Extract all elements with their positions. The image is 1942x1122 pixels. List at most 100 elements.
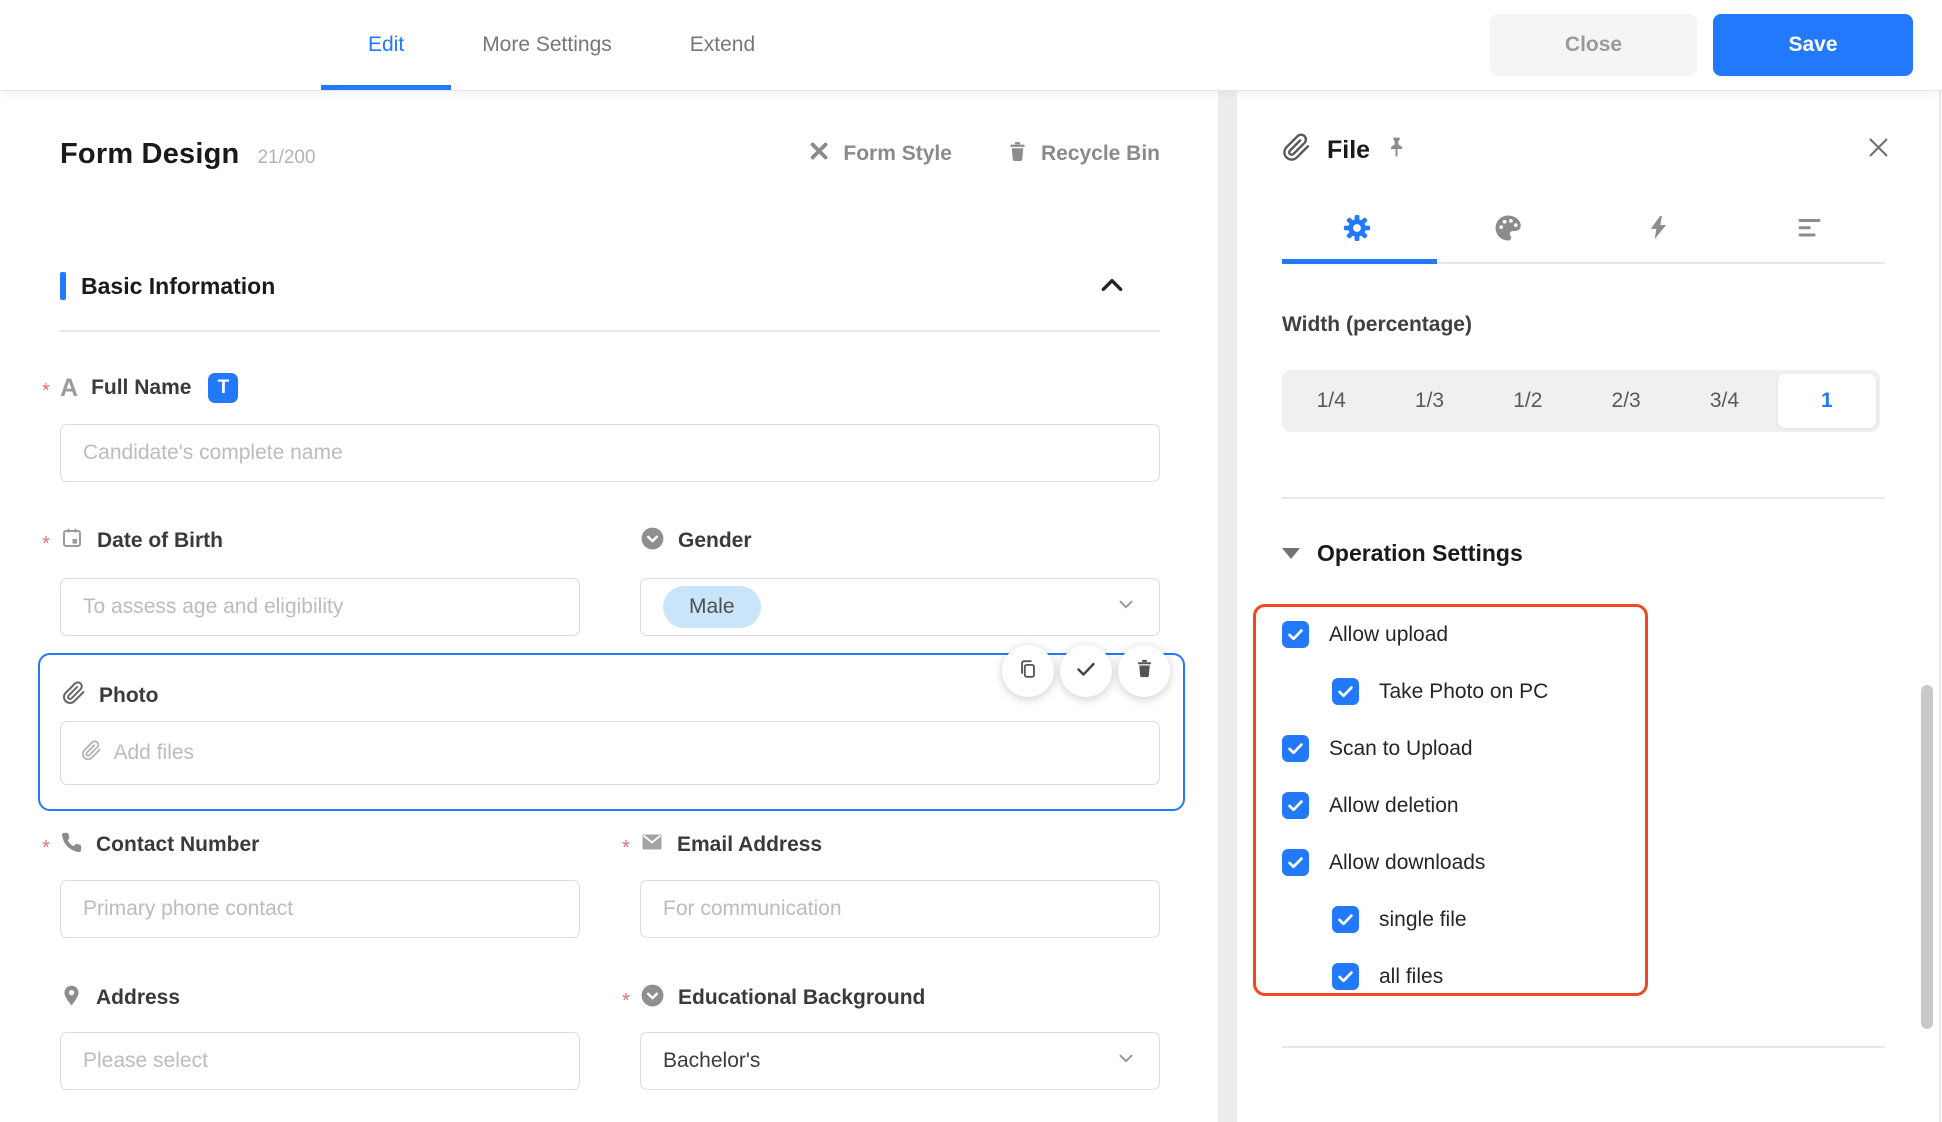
gender-select[interactable]: Male	[640, 578, 1160, 636]
confirm-field-button[interactable]	[1060, 645, 1112, 697]
width-option-2-3[interactable]: 2/3	[1577, 370, 1675, 432]
width-option-1[interactable]: 1	[1777, 374, 1876, 428]
full-name-label: Full Name	[91, 376, 192, 399]
paperclip-icon	[62, 681, 86, 711]
gender-label-row: Gender	[640, 524, 752, 558]
width-setting-label: Width (percentage)	[1282, 313, 1472, 336]
checkbox-take-photo-on-pc[interactable]: Take Photo on PC	[1282, 663, 1642, 720]
copy-icon	[1017, 658, 1039, 685]
page-title: Form Design	[60, 137, 240, 170]
width-segmented-control: 1/4 1/3 1/2 2/3 3/4 1	[1282, 370, 1880, 432]
tab-edit[interactable]: Edit	[368, 0, 404, 90]
photo-label: Photo	[99, 684, 159, 707]
form-style-label: Form Style	[843, 142, 952, 165]
tab-extend[interactable]: Extend	[690, 0, 755, 90]
required-asterisk: *	[622, 990, 630, 1012]
address-select[interactable]: Please select	[60, 1032, 580, 1090]
tab-settings[interactable]	[1282, 200, 1433, 260]
form-style-icon	[807, 139, 831, 169]
tab-more-settings[interactable]: More Settings	[482, 0, 612, 90]
required-asterisk: *	[42, 533, 50, 555]
save-button[interactable]: Save	[1713, 14, 1913, 76]
panel-divider	[1282, 1046, 1885, 1048]
checkbox-scan-to-upload[interactable]: Scan to Upload	[1282, 720, 1642, 777]
location-pin-icon	[60, 984, 83, 1013]
checkbox-checked[interactable]	[1282, 792, 1309, 819]
tab-style[interactable]	[1433, 200, 1584, 260]
panel-title: File	[1327, 135, 1371, 164]
required-asterisk: *	[42, 837, 50, 859]
paperclip-icon	[81, 739, 102, 767]
checkbox-allow-upload[interactable]: Allow upload	[1282, 606, 1642, 663]
checkbox-checked[interactable]	[1332, 678, 1359, 705]
trash-icon	[1134, 658, 1155, 684]
full-name-label-row: * A Full Name T	[42, 371, 239, 405]
checkbox-checked[interactable]	[1282, 621, 1309, 648]
copy-field-button[interactable]	[1002, 645, 1054, 697]
checkbox-allow-deletion[interactable]: Allow deletion	[1282, 777, 1642, 834]
checkbox-checked[interactable]	[1332, 906, 1359, 933]
close-button[interactable]: Close	[1490, 14, 1697, 76]
checkbox-single-file[interactable]: single file	[1282, 891, 1642, 948]
width-option-1-3[interactable]: 1/3	[1380, 370, 1478, 432]
photo-field-selected[interactable]: Photo Add files	[38, 645, 1185, 811]
checkbox-all-files[interactable]: all files	[1282, 948, 1642, 1005]
checkbox-checked[interactable]	[1282, 849, 1309, 876]
recycle-bin-button[interactable]: Recycle Bin	[1006, 139, 1160, 169]
photo-label-row: Photo	[62, 681, 158, 711]
photo-action-buttons	[1002, 645, 1170, 697]
delete-field-button[interactable]	[1118, 645, 1170, 697]
panel-header: File	[1282, 126, 1892, 174]
canvas-actions: Form Style Recycle Bin	[807, 139, 1160, 169]
email-label-row: * Email Address	[622, 828, 822, 862]
width-option-3-4[interactable]: 3/4	[1675, 370, 1773, 432]
checkbox-checked[interactable]	[1332, 963, 1359, 990]
checkbox-label: Allow downloads	[1329, 850, 1486, 874]
width-option-1-2[interactable]: 1/2	[1479, 370, 1577, 432]
address-label: Address	[96, 986, 181, 1009]
email-input[interactable]: For communication	[640, 880, 1160, 938]
width-option-1-4[interactable]: 1/4	[1282, 370, 1380, 432]
address-placeholder: Please select	[83, 1049, 208, 1072]
checkbox-checked[interactable]	[1282, 735, 1309, 762]
tab-edit-label: Edit	[368, 33, 405, 56]
tab-events[interactable]	[1584, 200, 1735, 260]
dob-input[interactable]: To assess age and eligibility	[60, 578, 580, 636]
section-title: Basic Information	[81, 272, 276, 299]
dob-label-row: * Date of Birth	[42, 524, 223, 558]
photo-upload-input[interactable]: Add files	[59, 721, 1160, 785]
paperclip-icon	[1282, 133, 1311, 167]
pin-icon[interactable]	[1384, 135, 1409, 165]
dob-label: Date of Birth	[97, 529, 223, 552]
tab-advanced[interactable]	[1734, 200, 1885, 260]
checkbox-label: Allow upload	[1329, 622, 1449, 646]
field-counter: 21/200	[257, 147, 316, 168]
checkbox-allow-downloads[interactable]: Allow downloads	[1282, 834, 1642, 891]
required-asterisk: *	[42, 380, 50, 402]
checkbox-label: Scan to Upload	[1329, 736, 1473, 760]
text-a-icon: A	[60, 373, 79, 402]
close-icon[interactable]	[1865, 134, 1892, 166]
operation-settings-title: Operation Settings	[1317, 539, 1523, 566]
dob-placeholder: To assess age and eligibility	[83, 595, 344, 618]
check-icon	[1074, 657, 1098, 686]
panel-scrollbar[interactable]	[1921, 685, 1933, 1029]
full-name-input[interactable]: Candidate's complete name	[60, 424, 1160, 482]
checkbox-label: all files	[1379, 964, 1444, 988]
education-label-row: * Educational Background	[622, 981, 925, 1015]
tab-extend-label: Extend	[689, 33, 756, 56]
gear-icon	[1342, 213, 1372, 248]
recycle-bin-label: Recycle Bin	[1040, 142, 1160, 165]
education-select[interactable]: Bachelor's	[640, 1032, 1160, 1090]
contact-label: Contact Number	[96, 833, 260, 856]
chevron-up-icon[interactable]	[1096, 270, 1128, 307]
checkbox-label: Allow deletion	[1329, 793, 1459, 817]
operation-settings-header[interactable]: Operation Settings	[1282, 535, 1523, 571]
form-style-button[interactable]: Form Style	[807, 139, 952, 169]
contact-input[interactable]: Primary phone contact	[60, 880, 580, 938]
field-settings-panel: File Width (percentage) 1/4 1/3 1/2 2/3 …	[1237, 90, 1942, 1122]
title-badge: T	[208, 373, 239, 403]
contact-label-row: * Contact Number	[42, 828, 260, 862]
gender-label: Gender	[678, 529, 752, 552]
education-value: Bachelor's	[663, 1049, 761, 1072]
